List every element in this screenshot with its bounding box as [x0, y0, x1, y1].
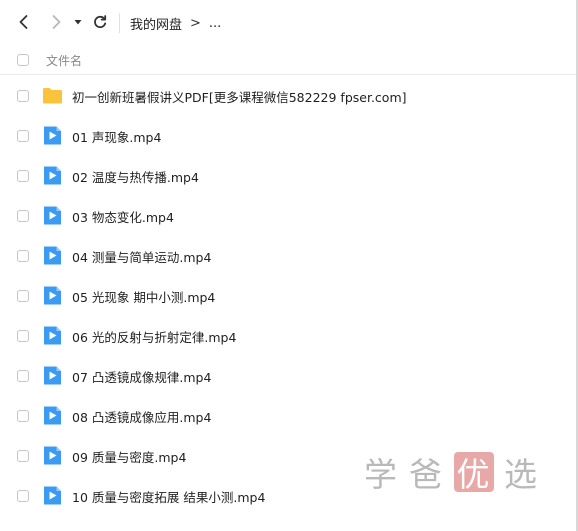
- file-row[interactable]: 04 测量与简单运动.mp4: [0, 236, 576, 276]
- chevron-left-icon: [19, 15, 28, 29]
- list-header: 文件名: [0, 46, 576, 75]
- column-header-filename[interactable]: 文件名: [46, 52, 82, 69]
- row-checkbox[interactable]: [17, 210, 29, 222]
- file-row[interactable]: 初一创新班暑假讲义PDF[更多课程微信582229 fpser.com]: [0, 76, 576, 116]
- row-checkbox[interactable]: [17, 450, 29, 462]
- row-checkbox[interactable]: [17, 370, 29, 382]
- caret-down-icon: [74, 20, 82, 25]
- file-name[interactable]: 05 光现象 期中小测.mp4: [72, 287, 215, 306]
- file-row[interactable]: 07 凸透镜成像规律.mp4: [0, 356, 576, 396]
- video-file-icon: [42, 365, 63, 386]
- forward-button[interactable]: [44, 10, 68, 34]
- video-file-icon: [42, 325, 63, 346]
- watermark-char: 优: [454, 452, 494, 494]
- file-row[interactable]: 05 光现象 期中小测.mp4: [0, 276, 576, 316]
- folder-icon: [42, 85, 63, 106]
- row-checkbox[interactable]: [17, 250, 29, 262]
- video-file-icon: [42, 405, 63, 426]
- refresh-icon: [94, 15, 107, 29]
- video-file-icon: [42, 245, 63, 266]
- video-file-icon: [42, 485, 63, 506]
- breadcrumb-root[interactable]: 我的网盘: [130, 14, 182, 33]
- file-name[interactable]: 10 质量与密度拓展 结果小测.mp4: [72, 487, 265, 506]
- file-row[interactable]: 08 凸透镜成像应用.mp4: [0, 396, 576, 436]
- breadcrumb: 我的网盘 > ...: [130, 12, 221, 34]
- file-name[interactable]: 01 声现象.mp4: [72, 127, 161, 146]
- video-file-icon: [42, 125, 63, 146]
- refresh-button[interactable]: [88, 10, 112, 34]
- file-name[interactable]: 08 凸透镜成像应用.mp4: [72, 407, 211, 426]
- file-name[interactable]: 02 温度与热传播.mp4: [72, 167, 199, 186]
- row-checkbox[interactable]: [17, 410, 29, 422]
- row-checkbox[interactable]: [17, 490, 29, 502]
- file-name[interactable]: 09 质量与密度.mp4: [72, 447, 186, 466]
- video-file-icon: [42, 285, 63, 306]
- breadcrumb-separator: >: [190, 15, 201, 31]
- row-checkbox[interactable]: [17, 330, 29, 342]
- file-name[interactable]: 03 物态变化.mp4: [72, 207, 174, 226]
- select-all-checkbox[interactable]: [17, 54, 29, 66]
- watermark-char: 选: [504, 455, 539, 494]
- row-checkbox[interactable]: [17, 90, 29, 102]
- file-name[interactable]: 07 凸透镜成像规律.mp4: [72, 367, 211, 386]
- watermark-char: 学: [364, 455, 399, 494]
- video-file-icon: [42, 445, 63, 466]
- file-browser-window: 我的网盘 > ... 文件名 初一创新班暑假讲义PDF[更多课程微信582229…: [0, 0, 578, 531]
- watermark-char: 爸: [409, 455, 444, 494]
- file-row[interactable]: 01 声现象.mp4: [0, 116, 576, 156]
- video-file-icon: [42, 165, 63, 186]
- file-row[interactable]: 06 光的反射与折射定律.mp4: [0, 316, 576, 356]
- breadcrumb-more[interactable]: ...: [209, 16, 221, 31]
- file-row[interactable]: 03 物态变化.mp4: [0, 196, 576, 236]
- navigation-toolbar: 我的网盘 > ...: [0, 0, 576, 44]
- toolbar-divider: [119, 13, 120, 33]
- row-checkbox[interactable]: [17, 170, 29, 182]
- back-button[interactable]: [12, 10, 36, 34]
- file-name[interactable]: 06 光的反射与折射定律.mp4: [72, 327, 236, 346]
- file-name[interactable]: 初一创新班暑假讲义PDF[更多课程微信582229 fpser.com]: [72, 87, 407, 106]
- row-checkbox[interactable]: [17, 130, 29, 142]
- chevron-right-icon: [52, 15, 61, 29]
- video-file-icon: [42, 205, 63, 226]
- watermark: 学爸优选: [364, 448, 539, 496]
- file-row[interactable]: 02 温度与热传播.mp4: [0, 156, 576, 196]
- file-name[interactable]: 04 测量与简单运动.mp4: [72, 247, 211, 266]
- row-checkbox[interactable]: [17, 290, 29, 302]
- history-dropdown-button[interactable]: [70, 10, 86, 34]
